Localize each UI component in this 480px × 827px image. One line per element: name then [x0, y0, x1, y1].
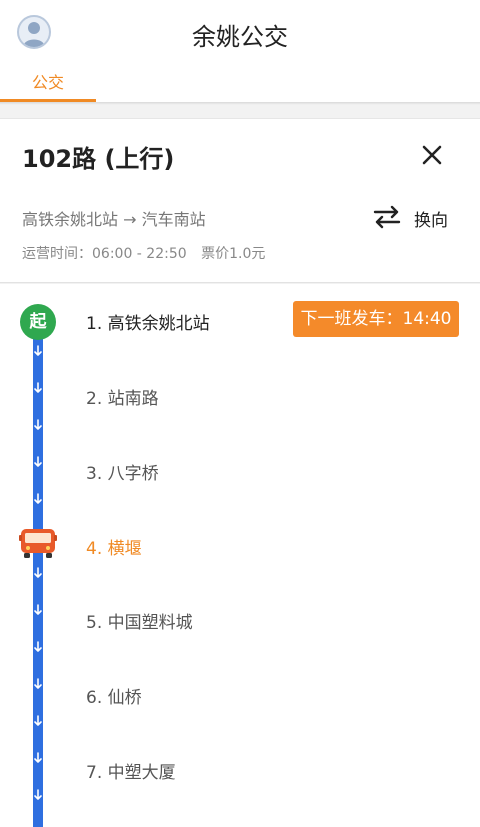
tab-bar: 公交 — [0, 68, 480, 102]
track-arrow — [34, 641, 42, 652]
route-name: 102路 (上行) — [22, 145, 175, 173]
track-arrow — [34, 345, 42, 356]
start-badge: 起 — [20, 304, 56, 340]
route-card: 102路 (上行) 高铁余姚北站 → 汽车南站 换向 运营时间：06:00 - … — [0, 118, 480, 283]
app-title: 余姚公交 — [192, 23, 288, 51]
stop-item[interactable]: 5. 中国塑料城 — [86, 608, 193, 633]
switch-direction-label: 换向 — [414, 211, 448, 231]
track-arrow — [34, 752, 42, 763]
tab-bus[interactable]: 公交 — [0, 68, 96, 102]
switch-direction-button[interactable]: 换向 — [372, 203, 462, 233]
stop-list: 起 1. 高铁余姚北站 2. 站南路 3. 八字桥 4. 横堰 5. 中国塑料城… — [0, 284, 480, 827]
app-header: 余姚公交 — [0, 0, 480, 68]
stop-item[interactable]: 2. 站南路 — [86, 384, 159, 409]
fare: 票价1.0元 — [201, 246, 266, 262]
stop-item[interactable]: 6. 仙桥 — [86, 683, 142, 708]
stop-item-current[interactable]: 4. 横堰 — [86, 534, 142, 559]
route-direction: 高铁余姚北站 → 汽车南站 — [22, 210, 206, 229]
track-arrow — [34, 715, 42, 726]
track-arrow — [34, 382, 42, 393]
track-arrow — [34, 789, 42, 800]
close-icon — [422, 145, 442, 165]
route-info: 运营时间：06:00 - 22:50 票价1.0元 — [22, 243, 275, 263]
track-arrow — [34, 493, 42, 504]
track-arrow — [34, 567, 42, 578]
track-arrow — [34, 456, 42, 467]
track-arrow — [34, 678, 42, 689]
operating-hours: 运营时间：06:00 - 22:50 — [22, 246, 187, 262]
track-arrow — [34, 604, 42, 615]
stop-item[interactable]: 3. 八字桥 — [86, 459, 159, 484]
stop-item[interactable]: 7. 中塑大厦 — [86, 758, 176, 783]
tab-bus-label: 公交 — [31, 73, 64, 92]
next-departure-badge: 下一班发车：14:40 — [293, 301, 459, 337]
bus-icon — [19, 529, 57, 558]
track-arrow — [34, 419, 42, 430]
close-button[interactable] — [416, 139, 448, 171]
swap-arrows-icon — [373, 205, 401, 229]
stop-item[interactable]: 1. 高铁余姚北站 — [86, 309, 210, 334]
